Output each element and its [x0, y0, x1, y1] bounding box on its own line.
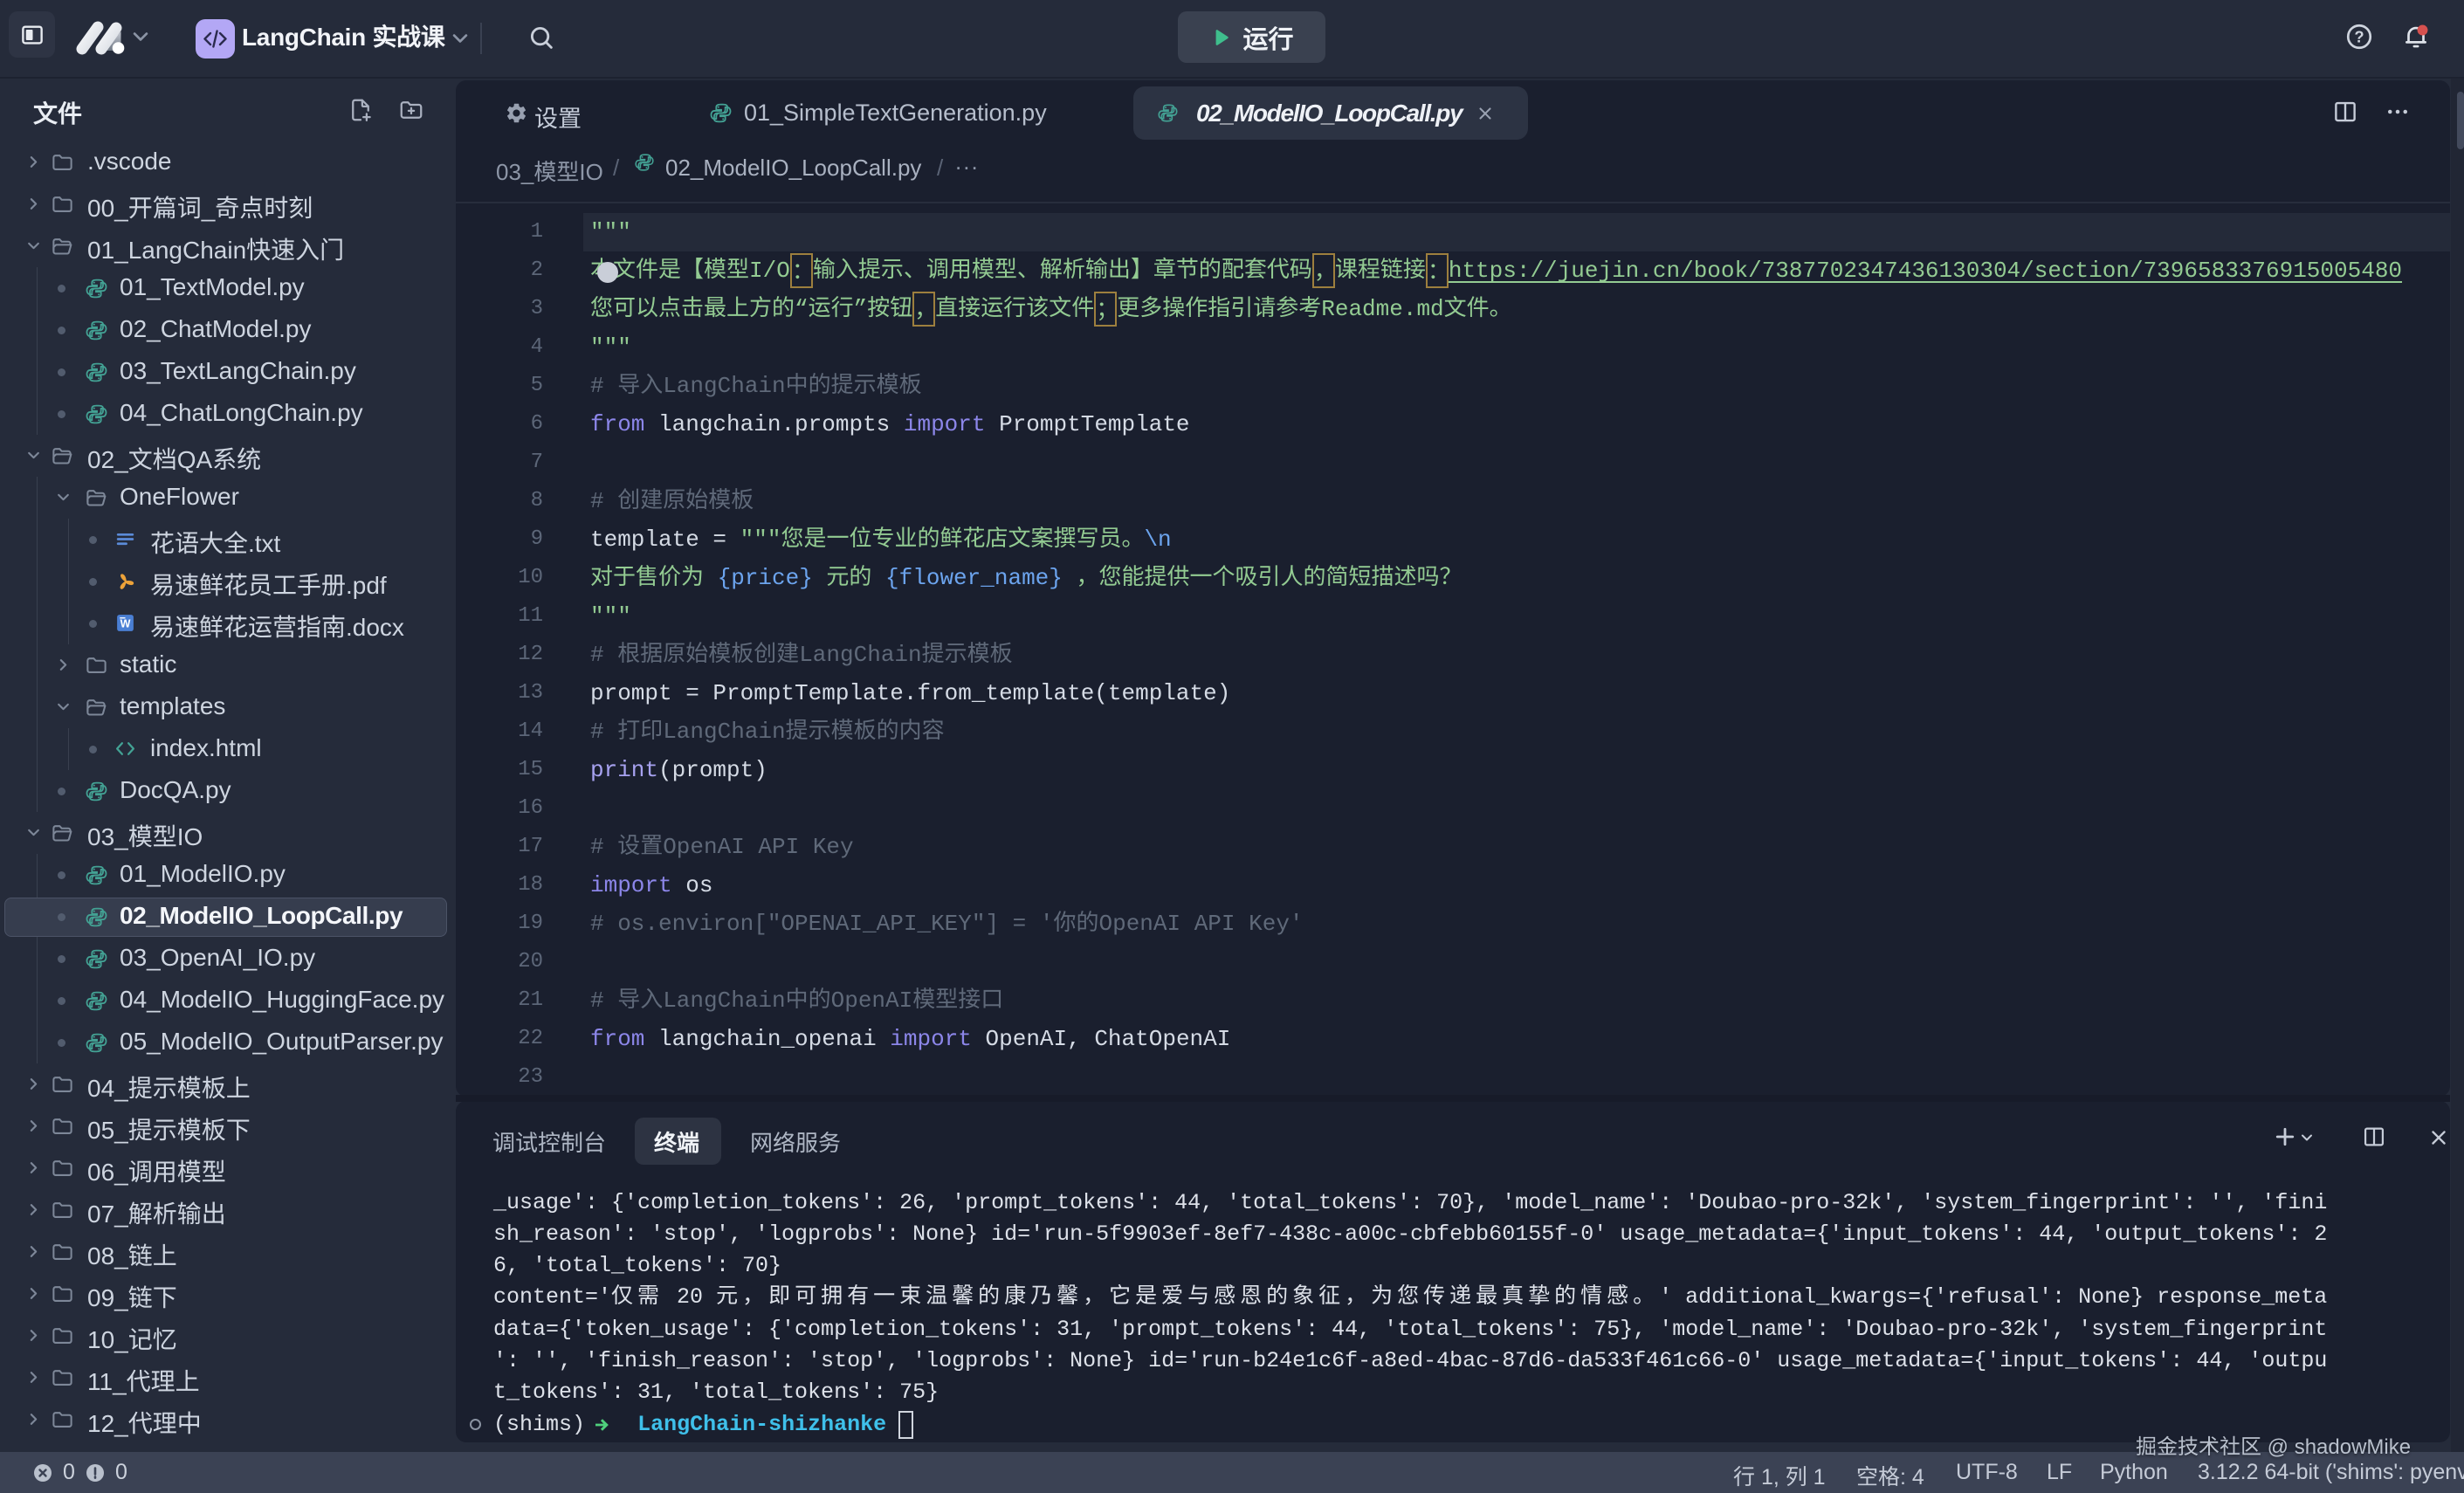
- svg-text:W: W: [120, 618, 131, 630]
- svg-text:?: ?: [2354, 28, 2364, 46]
